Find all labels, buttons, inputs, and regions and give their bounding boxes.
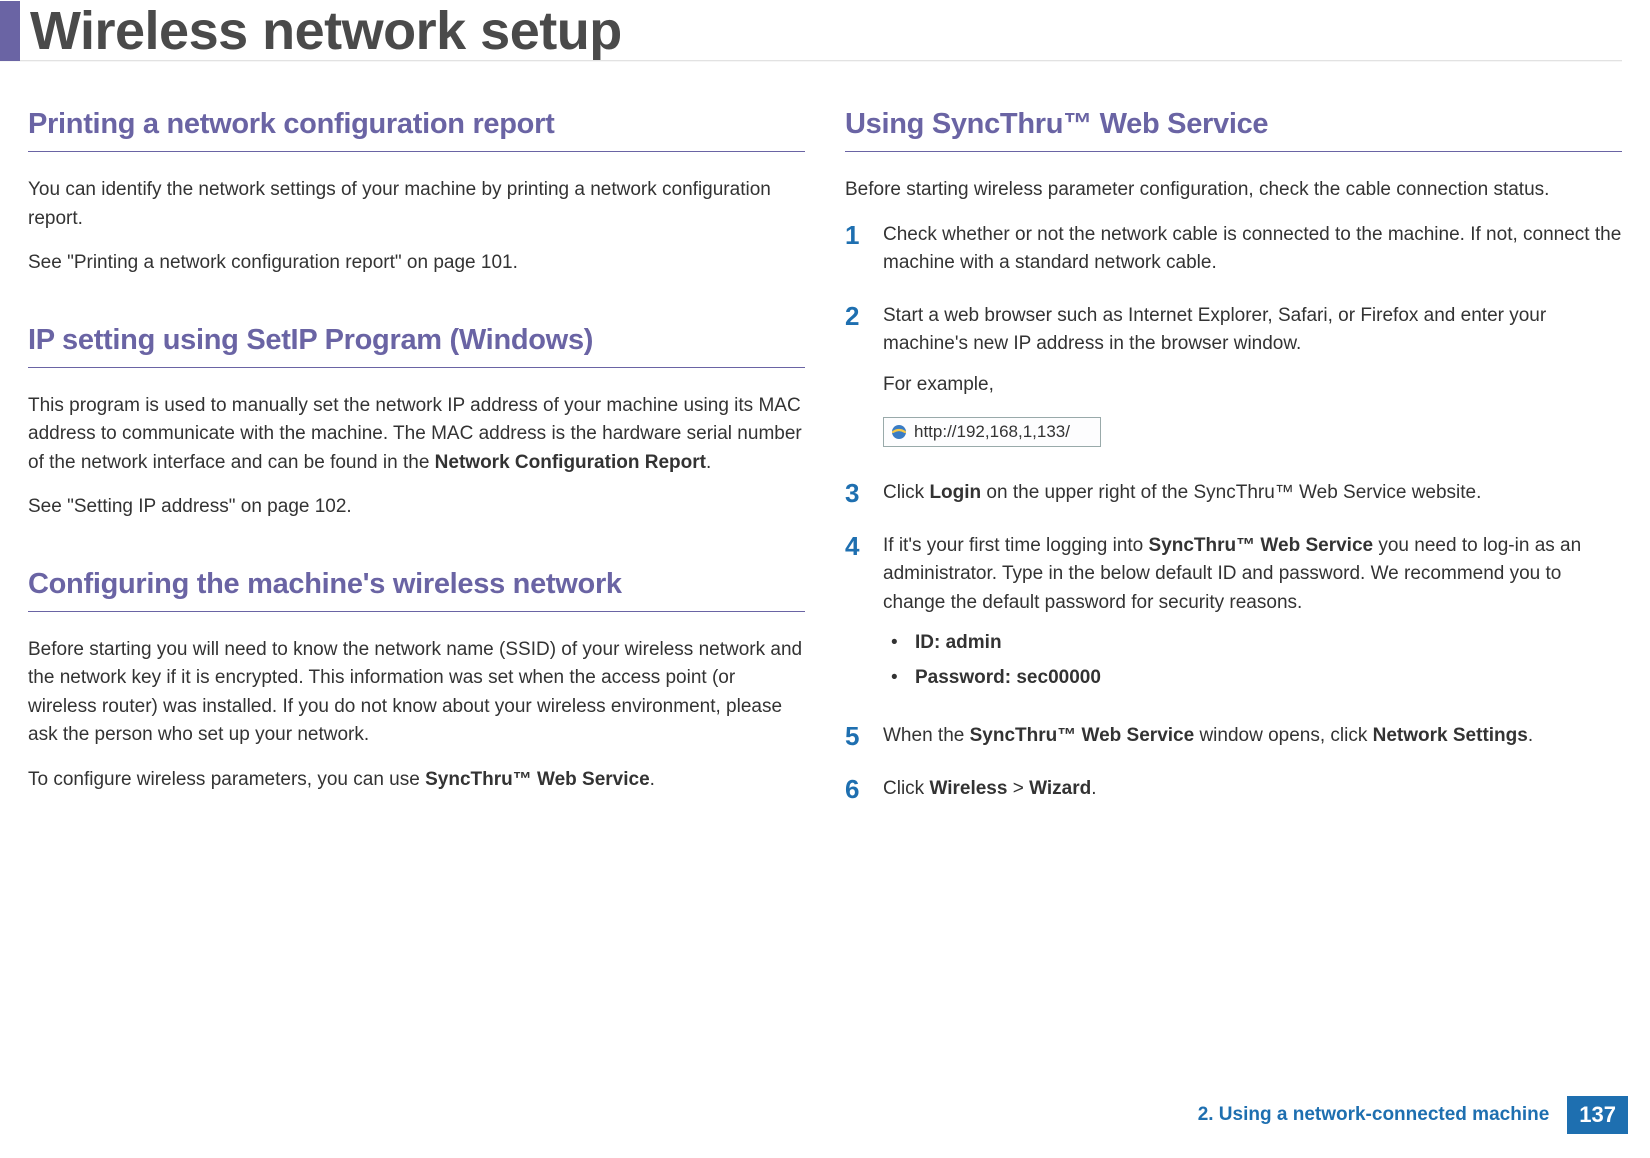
body-text: To configure wireless parameters, you ca… (28, 766, 805, 795)
step-number: 6 (845, 775, 883, 804)
bold-text: Network Configuration Report (435, 452, 706, 473)
page-footer: 2. Using a network-connected machine 137 (1198, 1096, 1628, 1134)
body-text: Before starting you will need to know th… (28, 636, 805, 750)
step-body: Check whether or not the network cable i… (883, 221, 1622, 278)
body-text-crossref: See "Setting IP address" on page 102. (28, 493, 805, 522)
bullet-label: ID: admin (915, 629, 1002, 658)
text-span: To configure wireless parameters, you ca… (28, 769, 425, 790)
section-heading-setip: IP setting using SetIP Program (Windows) (28, 316, 805, 368)
ie-icon (890, 423, 908, 441)
text-span: . (1528, 725, 1533, 746)
bullet-label: Password: sec00000 (915, 664, 1101, 693)
text-span: on the upper right of the SyncThru™ Web … (981, 482, 1481, 503)
step-number: 1 (845, 221, 883, 250)
bold-text: SyncThru™ Web Service (970, 725, 1195, 746)
step-number: 4 (845, 532, 883, 561)
bold-text: SyncThru™ Web Service (425, 769, 650, 790)
text-span: Click (883, 778, 929, 799)
step-item-5: 5 When the SyncThru™ Web Service window … (845, 722, 1622, 751)
bullet-item: •Password: sec00000 (891, 664, 1622, 693)
content-columns: Printing a network configuration report … (0, 62, 1650, 827)
url-bar-example: http://192,168,1,133/ (883, 417, 1101, 447)
text-span: . (650, 769, 655, 790)
step-body: Start a web browser such as Internet Exp… (883, 302, 1622, 456)
bullet-item: •ID: admin (891, 629, 1622, 658)
section-heading-print-report: Printing a network configuration report (28, 100, 805, 152)
bold-text: Wireless (929, 778, 1007, 799)
step-item-3: 3 Click Login on the upper right of the … (845, 479, 1622, 508)
text-span: . (706, 452, 711, 473)
step-number: 3 (845, 479, 883, 508)
step-body: When the SyncThru™ Web Service window op… (883, 722, 1622, 751)
bold-text: Network Settings (1373, 725, 1528, 746)
step-item-2: 2 Start a web browser such as Internet E… (845, 302, 1622, 456)
title-accent (0, 1, 20, 61)
step-item-6: 6 Click Wireless > Wizard. (845, 775, 1622, 804)
text-span: If it's your first time logging into (883, 535, 1149, 556)
body-text: This program is used to manually set the… (28, 392, 805, 478)
step-item-1: 1 Check whether or not the network cable… (845, 221, 1622, 278)
step-number: 2 (845, 302, 883, 331)
body-text-crossref: See "Printing a network configuration re… (28, 249, 805, 278)
text-span: window opens, click (1194, 725, 1372, 746)
url-text: http://192,168,1,133/ (914, 419, 1070, 445)
step-item-4: 4 If it's your first time logging into S… (845, 532, 1622, 699)
sub-bullet-list: •ID: admin •Password: sec00000 (891, 629, 1622, 692)
bold-text: Wizard (1029, 778, 1091, 799)
body-text: Before starting wireless parameter confi… (845, 176, 1622, 205)
bold-text: SyncThru™ Web Service (1149, 535, 1374, 556)
page-title: Wireless network setup (20, 0, 622, 62)
page-header: Wireless network setup (0, 0, 1650, 62)
text-span: When the (883, 725, 970, 746)
step-body: Click Login on the upper right of the Sy… (883, 479, 1622, 508)
step-text: If it's your first time logging into Syn… (883, 532, 1622, 618)
step-text: Check whether or not the network cable i… (883, 224, 1621, 274)
text-span: Click (883, 482, 929, 503)
section-heading-configure-wireless: Configuring the machine's wireless netwo… (28, 560, 805, 612)
step-number: 5 (845, 722, 883, 751)
page-number: 137 (1567, 1096, 1628, 1134)
text-span: > (1007, 778, 1029, 799)
right-column: Using SyncThru™ Web Service Before start… (845, 100, 1622, 827)
step-body: If it's your first time logging into Syn… (883, 532, 1622, 699)
body-text: You can identify the network settings of… (28, 176, 805, 233)
bullet-dot: • (891, 664, 915, 693)
step-body: Click Wireless > Wizard. (883, 775, 1622, 804)
text-span: . (1091, 778, 1096, 799)
title-bar: Wireless network setup (0, 0, 1622, 62)
step-text: Start a web browser such as Internet Exp… (883, 302, 1622, 359)
example-label: For example, (883, 371, 1622, 400)
left-column: Printing a network configuration report … (28, 100, 805, 827)
bullet-dot: • (891, 629, 915, 658)
footer-chapter-text: 2. Using a network-connected machine (1198, 1104, 1568, 1126)
section-heading-syncthru: Using SyncThru™ Web Service (845, 100, 1622, 152)
step-list: 1 Check whether or not the network cable… (845, 221, 1622, 804)
bold-text: Login (929, 482, 981, 503)
